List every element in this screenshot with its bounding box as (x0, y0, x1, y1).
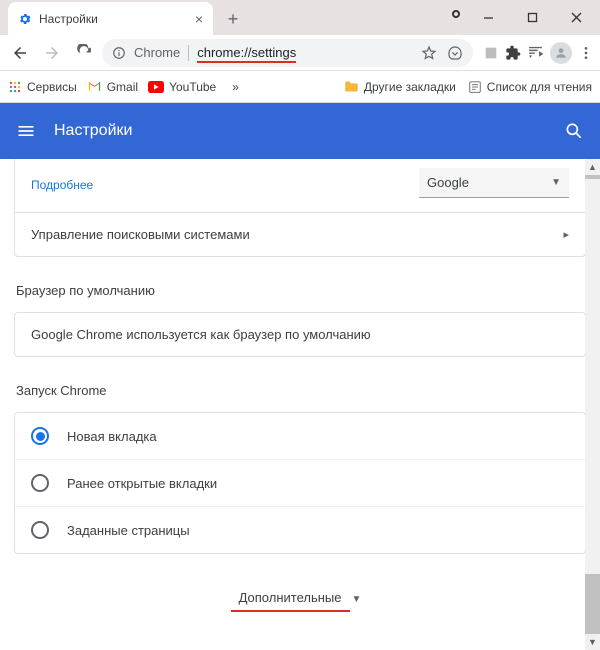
startup-card: Новая вкладка Ранее открытые вкладки Зад… (14, 412, 586, 554)
forward-button[interactable] (38, 39, 66, 67)
radio-icon (31, 474, 49, 492)
url-text: chrome://settings (197, 45, 296, 60)
back-button[interactable] (6, 39, 34, 67)
reading-list-label: Список для чтения (487, 80, 592, 94)
startup-option-label: Заданные страницы (67, 523, 190, 538)
gear-icon (18, 12, 32, 26)
search-icon[interactable] (564, 121, 584, 141)
browser-toolbar: Chrome chrome://settings (0, 35, 600, 71)
scrollbar-thumb[interactable] (585, 175, 600, 179)
startup-option-newtab[interactable]: Новая вкладка (15, 413, 585, 459)
new-tab-button[interactable]: + (219, 5, 247, 33)
scroll-up-icon[interactable]: ▲ (585, 159, 600, 175)
bookmark-gmail-label: Gmail (107, 80, 138, 94)
account-indicator-icon[interactable] (452, 10, 460, 18)
radio-icon (31, 521, 49, 539)
bookmark-youtube[interactable]: YouTube (148, 80, 216, 94)
minimize-button[interactable] (466, 3, 510, 31)
settings-content: Подробнее Google ▼ Управление поисковыми… (0, 159, 600, 650)
media-control-icon[interactable] (527, 44, 544, 61)
close-tab-icon[interactable]: × (195, 11, 203, 27)
startup-option-pages[interactable]: Заданные страницы (15, 506, 585, 553)
bookmark-overflow[interactable]: » (232, 80, 239, 94)
manage-search-engines-row[interactable]: Управление поисковыми системами ▸ (15, 212, 585, 256)
startup-option-label: Новая вкладка (67, 429, 157, 444)
menu-dots-icon[interactable] (578, 45, 594, 61)
scroll-down-icon[interactable]: ▼ (585, 634, 600, 650)
startup-option-label: Ранее открытые вкладки (67, 476, 217, 491)
page-title: Настройки (54, 122, 132, 140)
bookmarks-bar: Сервисы Gmail YouTube » Другие закладки … (0, 71, 600, 103)
search-engine-selected: Google (427, 175, 469, 190)
reload-button[interactable] (70, 39, 98, 67)
maximize-button[interactable] (510, 3, 554, 31)
scrollbar-thumb[interactable] (585, 574, 600, 634)
browser-tab[interactable]: Настройки × (8, 2, 213, 35)
startup-option-continue[interactable]: Ранее открытые вкладки (15, 459, 585, 506)
extensions-puzzle-icon[interactable] (505, 45, 521, 61)
url-scheme: Chrome (134, 45, 180, 60)
default-browser-card: Google Chrome используется как браузер п… (14, 312, 586, 357)
window-controls (466, 3, 598, 31)
manage-search-engines-label: Управление поисковыми системами (31, 227, 250, 242)
chevron-right-icon: ▸ (563, 228, 569, 241)
advanced-toggle[interactable]: Дополнительные ▼ (14, 590, 586, 609)
close-window-button[interactable] (554, 3, 598, 31)
default-browser-text: Google Chrome используется как браузер п… (31, 327, 371, 342)
search-engine-card: Подробнее Google ▼ Управление поисковыми… (14, 159, 586, 257)
profile-avatar[interactable] (550, 42, 572, 64)
settings-header: Настройки (0, 103, 600, 159)
default-browser-row: Google Chrome используется как браузер п… (15, 313, 585, 356)
reading-list[interactable]: Список для чтения (468, 80, 592, 94)
menu-icon[interactable] (16, 121, 36, 141)
extension-icon[interactable] (483, 45, 499, 61)
address-bar[interactable]: Chrome chrome://settings (102, 39, 473, 67)
chevron-down-icon: ▼ (551, 177, 561, 188)
scrollbar[interactable]: ▲ ▼ (585, 159, 600, 650)
window-titlebar: Настройки × + (0, 0, 600, 35)
site-info-icon[interactable] (112, 46, 126, 60)
bookmark-youtube-label: YouTube (169, 80, 216, 94)
default-browser-title: Браузер по умолчанию (16, 283, 584, 298)
apps-label: Сервисы (27, 80, 77, 94)
tab-title: Настройки (39, 12, 98, 26)
url-separator (188, 45, 189, 61)
pocket-icon[interactable] (447, 45, 463, 61)
other-bookmarks[interactable]: Другие закладки (344, 80, 456, 94)
advanced-label: Дополнительные (239, 590, 342, 609)
learn-more-link[interactable]: Подробнее (31, 178, 93, 192)
startup-title: Запуск Chrome (16, 383, 584, 398)
search-engine-dropdown[interactable]: Google ▼ (419, 168, 569, 198)
chevron-down-icon: ▼ (352, 594, 362, 605)
search-engine-row: Подробнее Google ▼ (15, 159, 585, 212)
bookmark-star-icon[interactable] (421, 45, 437, 61)
bookmark-gmail[interactable]: Gmail (87, 79, 138, 94)
apps-button[interactable]: Сервисы (8, 80, 77, 94)
radio-icon (31, 427, 49, 445)
other-bookmarks-label: Другие закладки (364, 80, 456, 94)
